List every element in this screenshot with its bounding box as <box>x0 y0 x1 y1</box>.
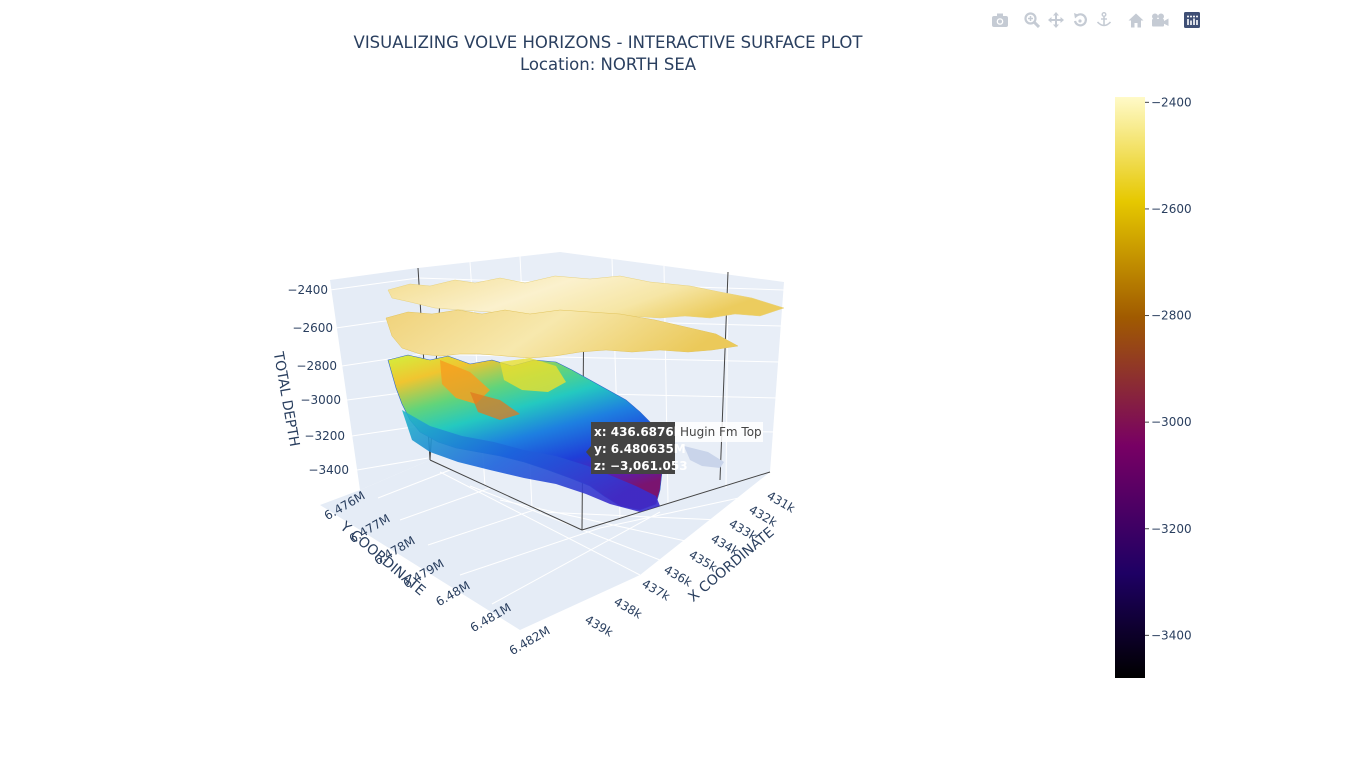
surface-plot[interactable]: −2400−2600−2800−3000−3200−3400 6.476M6.4… <box>0 0 1366 768</box>
z-tick-label: −2800 <box>296 359 337 373</box>
colorbar-tick-label: −2400 <box>1151 95 1192 109</box>
x-tick-label: 437k <box>640 576 673 603</box>
colorbar-tick-label: −3400 <box>1151 628 1192 642</box>
x-tick-label: 439k <box>583 612 616 639</box>
hover-x: x: 436.6876k <box>594 425 683 439</box>
colorbar-tick-label: −2600 <box>1151 202 1192 216</box>
z-tick-label: −2600 <box>292 321 333 335</box>
z-tick-label: −3400 <box>308 463 349 477</box>
z-tick-label: −2400 <box>287 283 328 297</box>
z-tick-label: −3200 <box>304 429 345 443</box>
x-tick-label: 432k <box>747 502 780 529</box>
colorbar-ticks: −2400 −2600 −2800 −3000 −3200 −3400 <box>1145 95 1192 642</box>
colorbar-tick-label: −3200 <box>1151 522 1192 536</box>
colorbar-tick-label: −2800 <box>1151 309 1192 323</box>
x-tick-label: 438k <box>612 594 645 621</box>
colorbar-gradient <box>1115 97 1145 678</box>
y-tick-label: 6.482M <box>507 623 553 657</box>
z-tick-label: −3000 <box>300 393 341 407</box>
hover-trace-name: Hugin Fm Top <box>680 425 762 439</box>
x-tick-label: 436k <box>662 562 695 589</box>
colorbar: −2400 −2600 −2800 −3000 −3200 −3400 <box>1115 95 1192 678</box>
hover-z: z: −3,061.053 <box>594 459 688 473</box>
colorbar-tick-label: −3000 <box>1151 415 1192 429</box>
hover-y: y: 6.480635M <box>594 442 686 456</box>
